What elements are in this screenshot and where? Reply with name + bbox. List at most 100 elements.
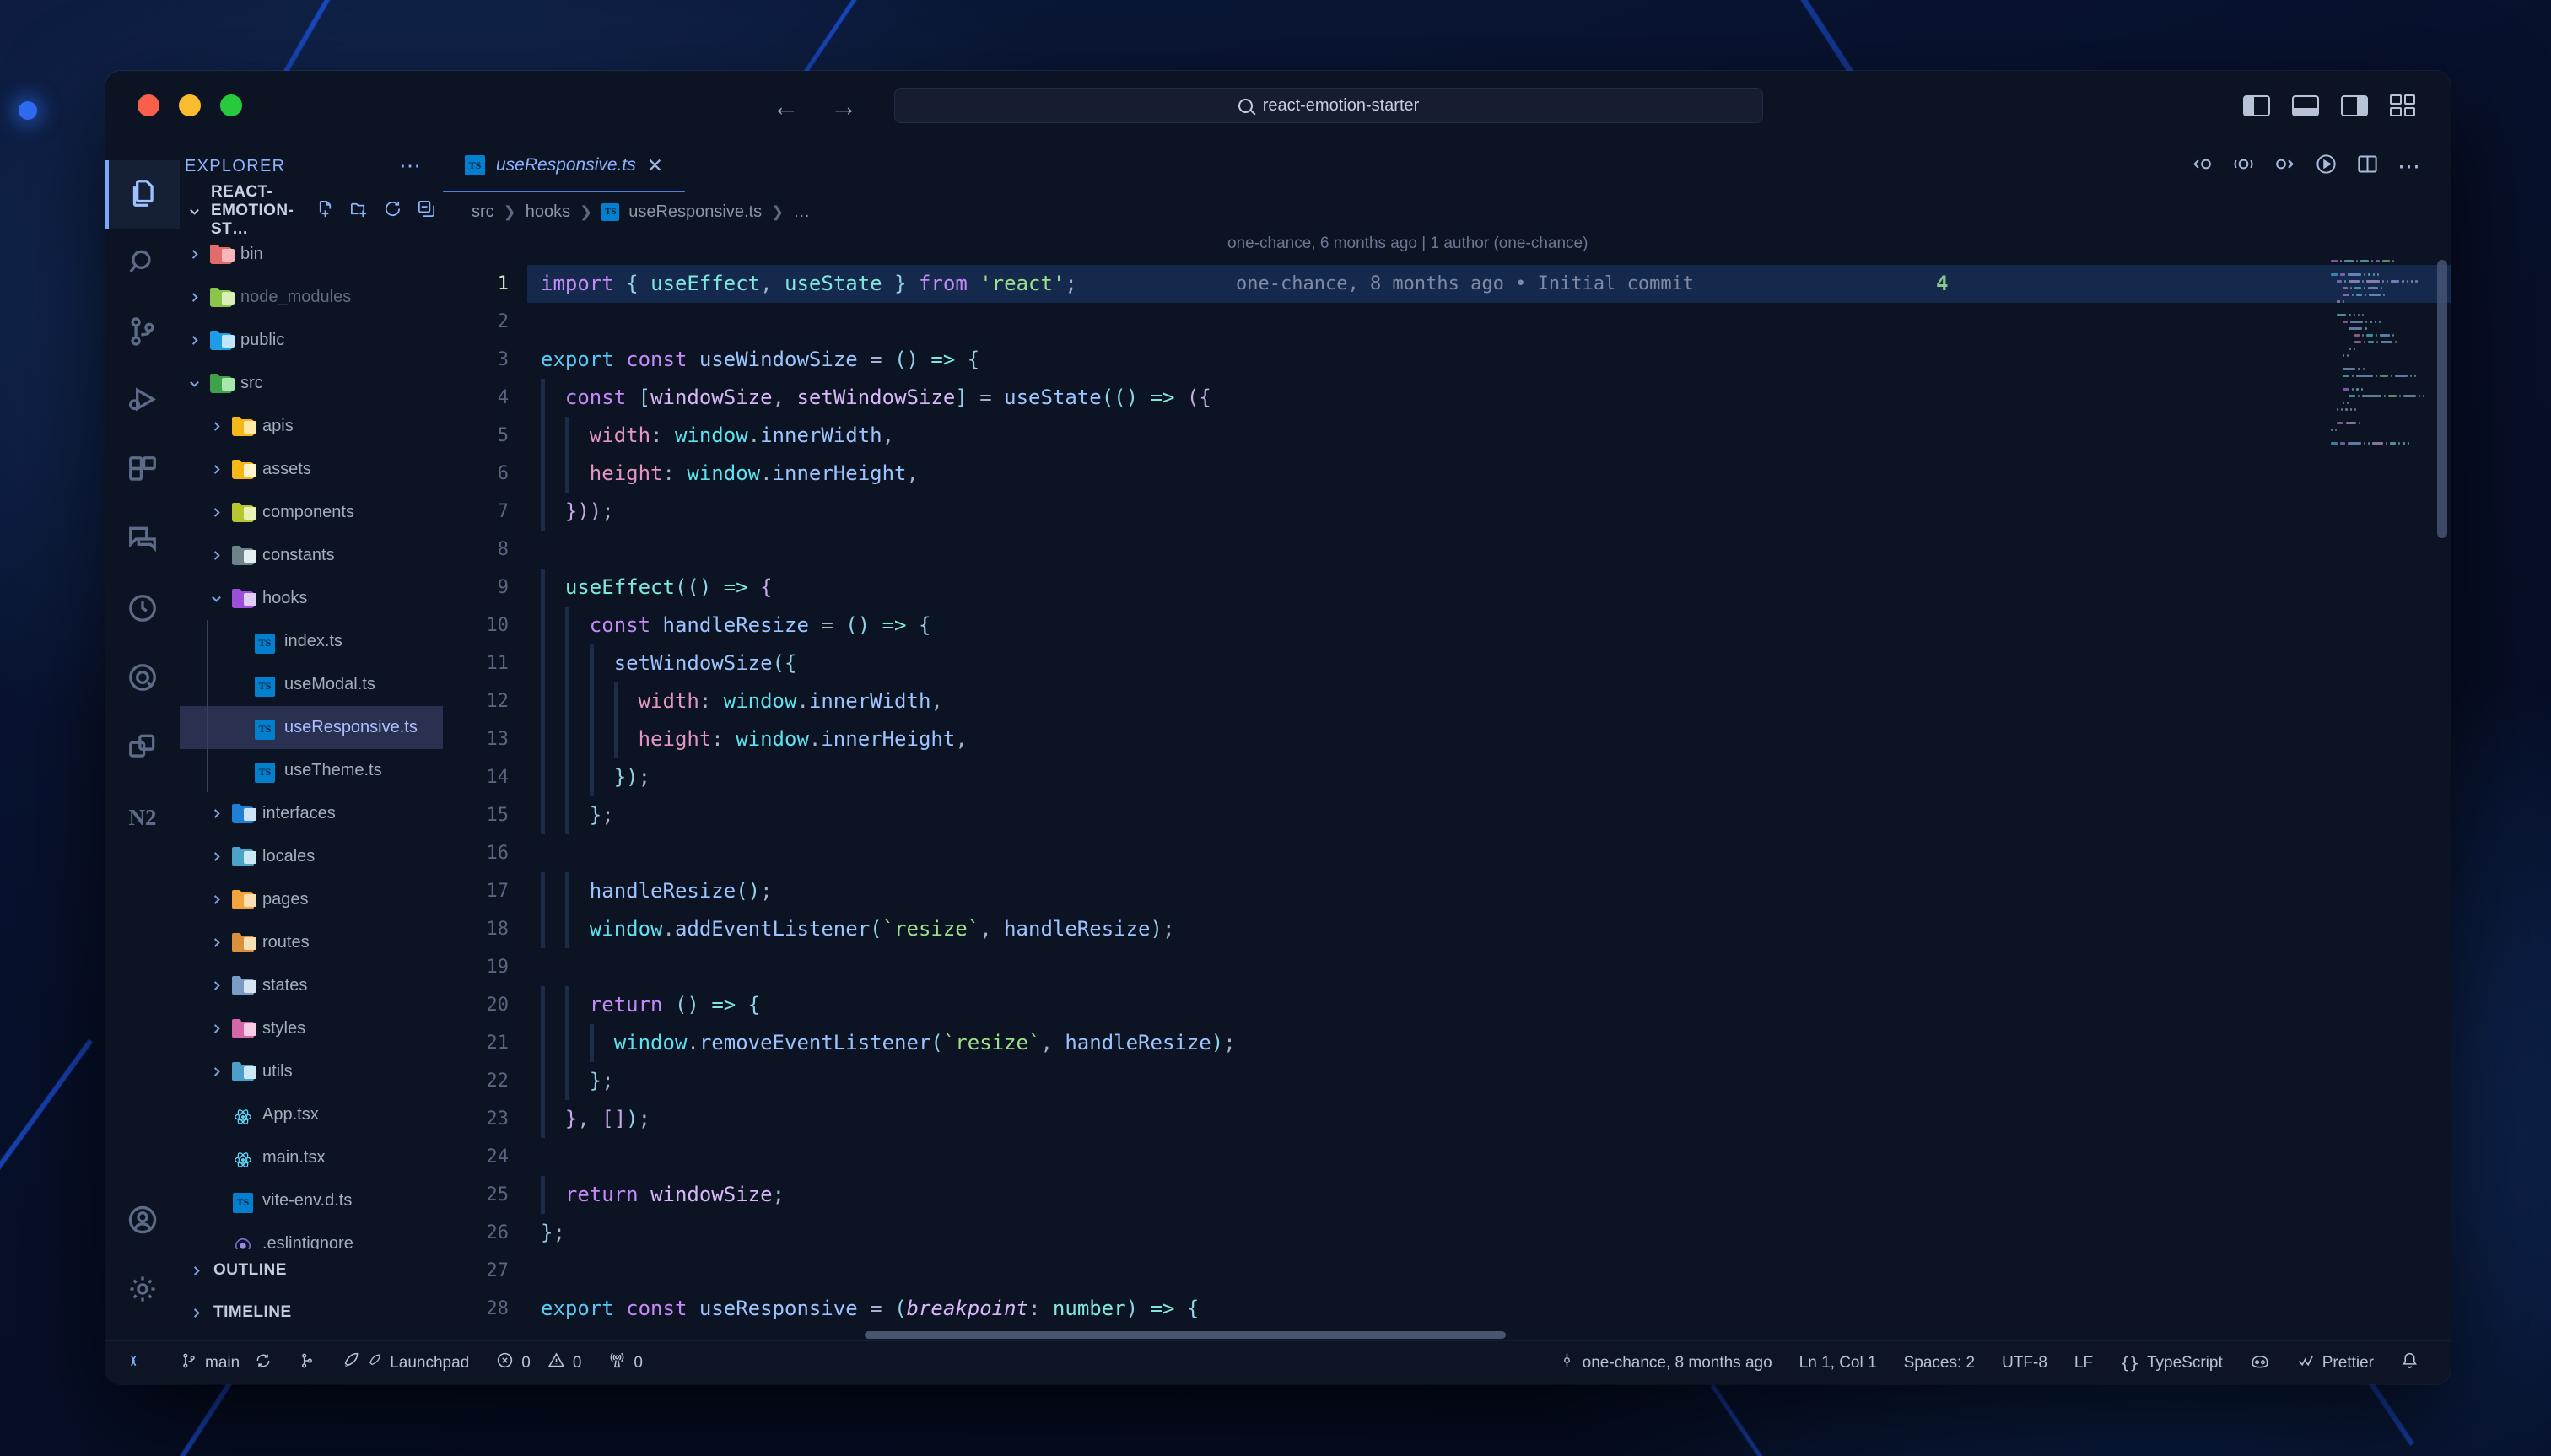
code-line[interactable] [527,834,2451,872]
code-line[interactable]: handleResize(); [527,872,2451,910]
tree-file-eslintignore[interactable]: .eslintignore [180,1222,443,1249]
tree-folder-bin[interactable]: bin [180,233,443,276]
cursor-position-button[interactable]: Ln 1, Col 1 [1786,1341,1890,1385]
activitybar-item-run-debug[interactable] [105,368,180,437]
code-line[interactable]: export const useResponsive = (breakpoint… [527,1290,2451,1328]
code-line[interactable]: }); [527,758,2451,796]
tree-folder-interfaces[interactable]: interfaces [180,792,443,835]
breadcrumb-item[interactable]: hooks [526,202,570,222]
code-line[interactable]: export const useWindowSize = () => { [527,341,2451,379]
code-line[interactable]: import { useEffect, useState } from 'rea… [527,265,2451,303]
language-mode-button[interactable]: {} TypeScript [2106,1341,2236,1385]
horizontal-scrollbar[interactable] [865,1331,2316,1339]
new-folder-icon[interactable] [349,199,369,223]
launchpad-button[interactable]: Launchpad [329,1341,483,1385]
activitybar-item-copy-stack[interactable] [105,714,180,783]
new-file-icon[interactable] [316,199,335,223]
code-line[interactable] [527,531,2451,569]
split-editor-icon[interactable] [2356,153,2379,180]
go-back-edit-icon[interactable] [2191,153,2214,180]
go-forward-edit-icon[interactable] [2273,153,2296,180]
activitybar-item-settings[interactable] [105,1256,180,1325]
more-actions-icon[interactable]: ⋯ [2397,154,2422,177]
activitybar-item-testing[interactable] [105,575,180,644]
toggle-secondary-sidebar-icon[interactable] [2341,94,2368,116]
minimize-window-button[interactable] [179,94,201,116]
customize-layout-icon[interactable] [2390,94,2415,116]
tree-folder-styles[interactable]: styles [180,1007,443,1050]
tree-folder-routes[interactable]: routes [180,921,443,964]
code-line[interactable] [527,1138,2451,1176]
ports-button[interactable]: 0 [595,1341,656,1385]
zoom-window-button[interactable] [220,94,242,116]
code-line[interactable]: height: window.innerHeight, [527,720,2451,758]
activitybar-item-source-control[interactable] [105,299,180,368]
vertical-scrollbar[interactable] [2437,260,2447,538]
tree-folder-node-modules[interactable]: node_modules [180,276,443,319]
code-line[interactable] [527,1252,2451,1290]
tree-folder-states[interactable]: states [180,964,443,1007]
tree-folder-pages[interactable]: pages [180,878,443,921]
tree-file-main-tsx[interactable]: main.tsx [180,1136,443,1179]
breadcrumb-item[interactable]: … [793,202,810,222]
code-line[interactable]: return () => { [527,986,2451,1024]
checkout-branch-button[interactable] [285,1341,329,1385]
tree-file-index-ts[interactable]: TS index.ts [180,620,443,663]
close-window-button[interactable] [138,94,159,116]
collapse-folders-icon[interactable] [417,199,436,223]
code-line[interactable]: }; [527,796,2451,834]
code-line[interactable]: width: window.innerWidth, [527,417,2451,455]
activitybar-item-n2[interactable]: N2 [105,783,180,852]
activitybar-item-extensions[interactable] [105,437,180,506]
tree-folder-public[interactable]: public [180,319,443,362]
code-line[interactable] [527,303,2451,341]
tree-file-usemodal-ts[interactable]: TS useModal.ts [180,663,443,706]
tab-useresponsive-ts[interactable]: TS useResponsive.ts ✕ [443,140,686,192]
code-line[interactable]: useEffect(() => { [527,569,2451,607]
code-line[interactable] [527,948,2451,986]
go-forward-icon[interactable]: → [830,92,858,120]
eol-button[interactable]: LF [2061,1341,2106,1385]
tree-folder-locales[interactable]: locales [180,835,443,878]
split-center-icon[interactable] [2232,153,2255,180]
go-back-icon[interactable]: ← [772,92,800,120]
code-line[interactable]: height: window.innerHeight, [527,455,2451,493]
toggle-panel-icon[interactable] [2292,94,2319,116]
tree-folder-apis[interactable]: apis [180,405,443,448]
tree-file-useresponsive-ts[interactable]: TS useResponsive.ts [180,706,443,749]
tree-folder-src[interactable]: src [180,362,443,405]
code-line[interactable]: window.removeEventListener(`resize`, han… [527,1024,2451,1062]
code-line[interactable]: setWindowSize({ [527,644,2451,682]
indentation-button[interactable]: Spaces: 2 [1890,1341,1989,1385]
git-blame-status[interactable]: one-chance, 8 months ago [1545,1341,1786,1385]
code-line[interactable]: width: window.innerWidth, [527,682,2451,720]
encoding-button[interactable]: UTF-8 [1988,1341,2061,1385]
horizontal-scrollbar-thumb[interactable] [865,1331,1506,1339]
command-center[interactable]: react-emotion-starter [894,88,1763,123]
activitybar-item-search[interactable] [105,229,180,299]
problems-button[interactable]: 0 0 [483,1341,595,1385]
notifications-button[interactable] [2387,1341,2432,1385]
refresh-explorer-icon[interactable] [383,199,402,223]
branch-button[interactable]: main [167,1341,285,1385]
close-icon[interactable]: ✕ [647,154,663,177]
prettier-button[interactable]: Prettier [2284,1341,2387,1385]
breadcrumb-item[interactable]: useResponsive.ts [628,202,762,222]
code-line[interactable]: window.addEventListener(`resize`, handle… [527,910,2451,948]
code-line[interactable]: }; [527,1214,2451,1252]
code-line[interactable]: const handleResize = () => { [527,607,2451,644]
tree-file-vite-env-d-ts[interactable]: TS vite-env.d.ts [180,1179,443,1222]
remote-host-button[interactable] [105,1341,167,1385]
code-line[interactable]: }, []); [527,1100,2451,1138]
activitybar-item-explorer[interactable] [105,160,180,229]
sync-icon[interactable] [255,1352,272,1374]
breadcrumb-item[interactable]: src [472,202,494,222]
code-line[interactable]: })); [527,493,2451,531]
tree-folder-components[interactable]: components [180,491,443,534]
run-icon[interactable] [2315,153,2338,180]
tree-folder-utils[interactable]: utils [180,1050,443,1093]
code-editor[interactable]: one-chance, 6 months ago | 1 author (one… [443,231,2451,1340]
activitybar-item-error-lens[interactable] [105,644,180,714]
sidebar-panel-outline[interactable]: OUTLINE [180,1249,443,1292]
tree-file-usetheme-ts[interactable]: TS useTheme.ts [180,749,443,792]
